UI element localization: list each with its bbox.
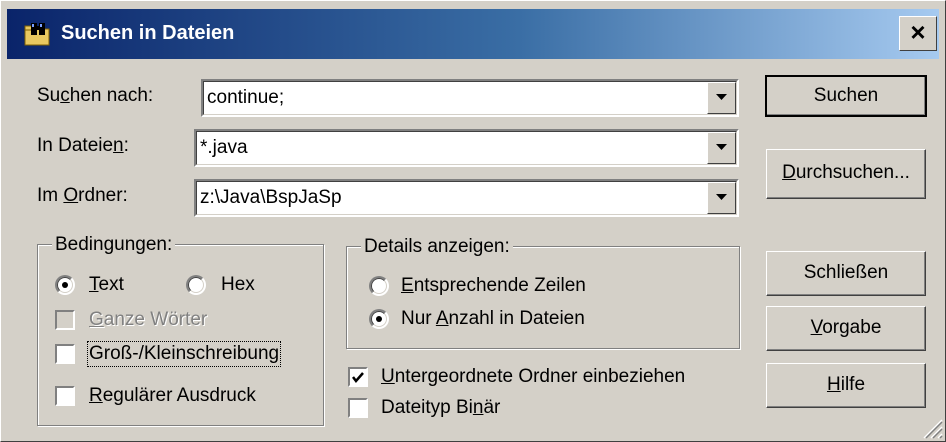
subfolders-checkbox[interactable] <box>348 367 368 387</box>
find-in-files-dialog: Suchen in Dateien × Suchen nach: In Date… <box>0 0 946 442</box>
text-radio-label[interactable]: Text <box>89 274 124 296</box>
matching-lines-label[interactable]: Entsprechende Zeilen <box>401 275 586 297</box>
details-legend: Details anzeigen: <box>361 236 513 258</box>
chevron-down-icon[interactable] <box>707 132 736 164</box>
in-folder-label: Im Ordner: <box>37 185 128 206</box>
count-only-label[interactable]: Nur Anzahl in Dateien <box>401 308 585 330</box>
close-button[interactable]: Schließen <box>766 251 926 296</box>
hex-radio-label[interactable]: Hex <box>221 274 255 296</box>
binoculars-folder-icon <box>24 23 50 46</box>
text-radio[interactable] <box>55 275 75 295</box>
checkmark-icon <box>352 372 364 383</box>
in-folder-value[interactable]: z:\Java\BspJaSp <box>200 186 342 210</box>
in-files-label: In Dateien: <box>37 135 129 156</box>
defaults-button[interactable]: Vorgabe <box>766 306 926 351</box>
matching-lines-radio[interactable] <box>369 276 389 296</box>
count-only-radio[interactable] <box>369 309 389 329</box>
case-sensitive-label[interactable]: Groß-/Kleinschreibung <box>86 341 282 367</box>
chevron-down-icon[interactable] <box>707 82 736 114</box>
whole-words-label: Ganze Wörter <box>89 309 208 330</box>
window-title: Suchen in Dateien <box>61 22 235 44</box>
conditions-legend: Bedingungen: <box>52 234 176 256</box>
binary-label[interactable]: Dateityp Binär <box>381 397 500 419</box>
help-button[interactable]: Hilfe <box>766 363 926 408</box>
search-for-label: Suchen nach: <box>37 85 154 106</box>
search-button[interactable]: Suchen <box>765 75 927 117</box>
details-group <box>346 246 740 349</box>
whole-words-checkbox[interactable] <box>55 310 75 330</box>
browse-button[interactable]: Durchsuchen... <box>766 149 926 199</box>
search-for-value[interactable]: continue; <box>207 86 284 110</box>
binary-checkbox[interactable] <box>348 398 368 418</box>
resize-grip-icon[interactable] <box>921 417 943 439</box>
close-icon[interactable]: × <box>899 16 937 51</box>
in-files-combo[interactable]: *.java <box>194 129 739 167</box>
search-for-combo[interactable]: continue; <box>201 79 739 117</box>
regex-checkbox[interactable] <box>55 386 75 406</box>
case-sensitive-checkbox[interactable] <box>55 344 75 364</box>
chevron-down-icon[interactable] <box>707 182 736 214</box>
in-files-value[interactable]: *.java <box>200 136 248 160</box>
hex-radio[interactable] <box>186 275 206 295</box>
regex-label[interactable]: Regulärer Ausdruck <box>89 385 256 407</box>
subfolders-label[interactable]: Untergeordnete Ordner einbeziehen <box>381 366 685 388</box>
in-folder-combo[interactable]: z:\Java\BspJaSp <box>194 179 739 217</box>
title-bar[interactable]: Suchen in Dateien × <box>7 9 939 59</box>
